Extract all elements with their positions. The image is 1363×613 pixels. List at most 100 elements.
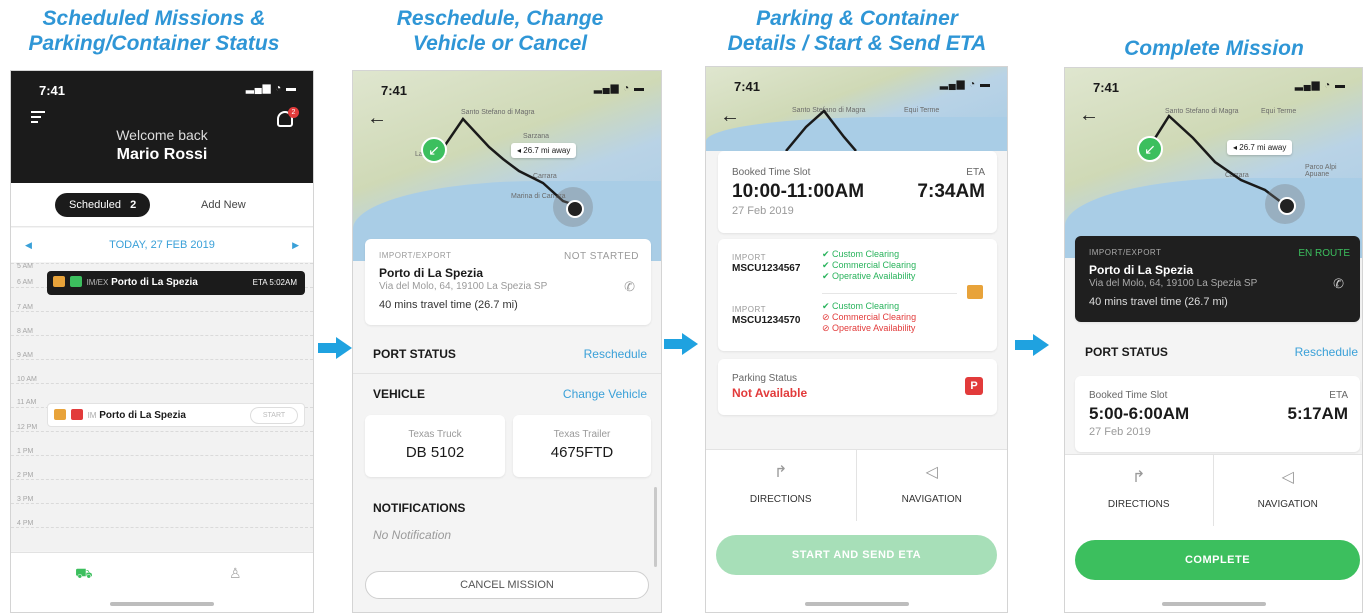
parking-icon bbox=[70, 409, 83, 420]
event-eta: ETA 5:02AM bbox=[252, 278, 297, 287]
cancel-mission-button[interactable]: CANCEL MISSION bbox=[365, 571, 649, 599]
start-button[interactable]: START bbox=[250, 407, 298, 424]
next-day-icon[interactable]: ▶ bbox=[292, 228, 299, 262]
port-address: Via del Molo, 64, 19100 La Spezia SP bbox=[1089, 278, 1258, 289]
event-place: Porto di La Spezia bbox=[99, 410, 186, 421]
status-bar: 7:41 ▂▄▆ ◔ ▬ bbox=[11, 71, 313, 105]
signal-icon: ▂▄▆ ◔ ▬ bbox=[1294, 80, 1346, 91]
phone-container-detail: Santo Stefano di Magra Equi Terme ← 7:41… bbox=[705, 66, 1008, 613]
tab-scheduled[interactable]: Scheduled 2 bbox=[55, 193, 151, 217]
back-arrow-icon[interactable]: ← bbox=[720, 105, 740, 128]
hour-label: 1 PM bbox=[17, 448, 34, 455]
home-indicator bbox=[110, 602, 214, 606]
slot-date: 27 Feb 2019 bbox=[732, 205, 794, 217]
check-ok: ✔ Custom Clearing bbox=[822, 249, 900, 259]
start-send-eta-button[interactable]: START AND SEND ETA bbox=[716, 535, 997, 575]
check-ok: ✔ Operative Availability bbox=[822, 271, 916, 281]
phone-icon[interactable]: ✆ bbox=[624, 279, 635, 295]
caption-3: Parking & Container Details / Start & Se… bbox=[727, 7, 987, 55]
check-ok: ✔ Commercial Clearing bbox=[822, 260, 917, 270]
container-icon bbox=[54, 409, 66, 420]
route-map[interactable]: Santo Stefano di Magra Sarzana Carrara M… bbox=[353, 71, 661, 261]
navigation-icon: ◁ bbox=[925, 464, 938, 481]
navigation-button[interactable]: ◁ NAVIGATION bbox=[1214, 455, 1363, 526]
port-status-heading: PORT STATUS bbox=[373, 347, 456, 361]
origin-pin-icon: ↙ bbox=[1137, 136, 1163, 162]
vehicle-heading: VEHICLE bbox=[373, 387, 426, 401]
parking-value: Not Available bbox=[732, 386, 808, 400]
mission-event-upcoming[interactable]: IM Porto di La Spezia START bbox=[47, 403, 305, 427]
back-arrow-icon[interactable]: ← bbox=[1079, 104, 1099, 127]
reschedule-link[interactable]: Reschedule bbox=[1295, 345, 1358, 359]
notification-badge: 2 bbox=[288, 107, 299, 118]
storyboard: Scheduled Missions & Parking/Container S… bbox=[0, 0, 1363, 613]
scrollbar[interactable] bbox=[654, 487, 657, 567]
directions-button[interactable]: ↱ DIRECTIONS bbox=[1065, 455, 1214, 526]
slot-date: 27 Feb 2019 bbox=[1089, 426, 1151, 438]
welcome-text: Welcome back bbox=[116, 127, 208, 143]
reschedule-link[interactable]: Reschedule bbox=[584, 347, 647, 361]
eta-label: ETA bbox=[1329, 390, 1348, 401]
prev-day-icon[interactable]: ◀ bbox=[25, 228, 32, 262]
container-row[interactable]: IMPORT MSCU1234567 bbox=[732, 253, 800, 274]
destination-pin-icon bbox=[553, 187, 593, 227]
container-row[interactable]: IMPORT MSCU1234570 bbox=[732, 305, 800, 326]
phone-icon[interactable]: ✆ bbox=[1333, 276, 1344, 292]
complete-button[interactable]: COMPLETE bbox=[1075, 540, 1360, 580]
nav-actions: ↱ DIRECTIONS ◁ NAVIGATION bbox=[706, 449, 1007, 521]
flow-arrow bbox=[664, 333, 698, 355]
mission-event-active[interactable]: IM/EX Porto di La Spezia ETA 5:02AM bbox=[47, 271, 305, 295]
mission-card[interactable]: IMPORT/EXPORT NOT STARTED Porto di La Sp… bbox=[365, 239, 651, 325]
truck-card: Texas Truck DB 5102 bbox=[365, 415, 505, 477]
caption-4: Complete Mission bbox=[1124, 37, 1304, 60]
mission-status: EN ROUTE bbox=[1298, 248, 1350, 259]
status-bar: 7:41 ▂▄▆ ◔ ▬ bbox=[1093, 80, 1346, 95]
back-arrow-icon[interactable]: ← bbox=[367, 107, 387, 130]
user-name: Mario Rossi bbox=[116, 146, 208, 163]
scheduled-count: 2 bbox=[130, 199, 137, 211]
checklist: ✔ Custom Clearing ✔ Commercial Clearing … bbox=[822, 249, 916, 282]
hour-label: 7 AM bbox=[17, 304, 33, 311]
user-icon[interactable]: ♙ bbox=[229, 565, 242, 582]
mission-card[interactable]: IMPORT/EXPORT EN ROUTE Porto di La Spezi… bbox=[1075, 236, 1360, 322]
hour-label: 12 PM bbox=[17, 424, 38, 431]
current-date: TODAY, 27 FEB 2019 bbox=[109, 239, 215, 251]
flow-arrow bbox=[318, 337, 352, 359]
parking-icon bbox=[69, 276, 82, 287]
port-name: Porto di La Spezia bbox=[379, 266, 484, 280]
travel-time: 40 mins travel time (26.7 mi) bbox=[379, 299, 518, 311]
time-slot-card: Booked Time Slot ETA 5:00-6:00AM 5:17AM … bbox=[1075, 376, 1360, 452]
eta-time: 5:17AM bbox=[1287, 404, 1348, 423]
directions-button[interactable]: ↱ DIRECTIONS bbox=[706, 450, 857, 521]
route-map[interactable]: Santo Stefano di Magra Equi Terme ← 7:41… bbox=[706, 67, 1007, 151]
slot-time: 5:00-6:00AM bbox=[1089, 404, 1190, 423]
header: 7:41 ▂▄▆ ◔ ▬ Welcome back Mario Rossi 2 bbox=[11, 71, 313, 183]
container-icon bbox=[53, 276, 65, 287]
notifications-heading: NOTIFICATIONS bbox=[373, 501, 466, 515]
hour-label: 3 PM bbox=[17, 496, 34, 503]
change-vehicle-link[interactable]: Change Vehicle bbox=[563, 387, 647, 401]
phone-complete-mission: Santo Stefano di Magra Equi Terme Carrar… bbox=[1064, 67, 1363, 613]
home-indicator bbox=[1161, 602, 1266, 606]
menu-icon[interactable] bbox=[31, 111, 45, 126]
hour-label: 5 AM bbox=[17, 263, 33, 270]
time-slot-card: Booked Time Slot ETA 10:00-11:00AM 7:34A… bbox=[718, 151, 997, 233]
eta-label: ETA bbox=[966, 167, 985, 178]
home-indicator bbox=[804, 602, 909, 606]
route-map[interactable]: Santo Stefano di Magra Equi Terme Carrar… bbox=[1065, 68, 1362, 258]
signal-icon: ▂▄▆ ◔ ▬ bbox=[593, 83, 645, 94]
parking-label: Parking Status bbox=[732, 373, 798, 384]
hour-label: 4 PM bbox=[17, 520, 34, 527]
day-timeline: 5 AM 6 AM 7 AM 8 AM 9 AM 10 AM 11 AM 12 … bbox=[11, 263, 313, 551]
distance-bubble: ◂ 26.7 mi away bbox=[511, 143, 577, 158]
signal-icon: ▂▄▆ ◔ ▬ bbox=[939, 79, 991, 90]
tab-add-new[interactable]: Add New bbox=[201, 193, 246, 217]
bottom-nav: ⛟ ♙ bbox=[11, 552, 313, 612]
navigation-button[interactable]: ◁ NAVIGATION bbox=[857, 450, 1008, 521]
origin-pin-icon: ↙ bbox=[421, 137, 447, 163]
port-status-heading: PORT STATUS bbox=[1085, 345, 1168, 359]
mission-status: NOT STARTED bbox=[564, 251, 639, 262]
parking-card: Parking Status Not Available P bbox=[718, 359, 997, 415]
truck-icon[interactable]: ⛟ bbox=[75, 565, 93, 584]
hour-label: 9 AM bbox=[17, 352, 33, 359]
